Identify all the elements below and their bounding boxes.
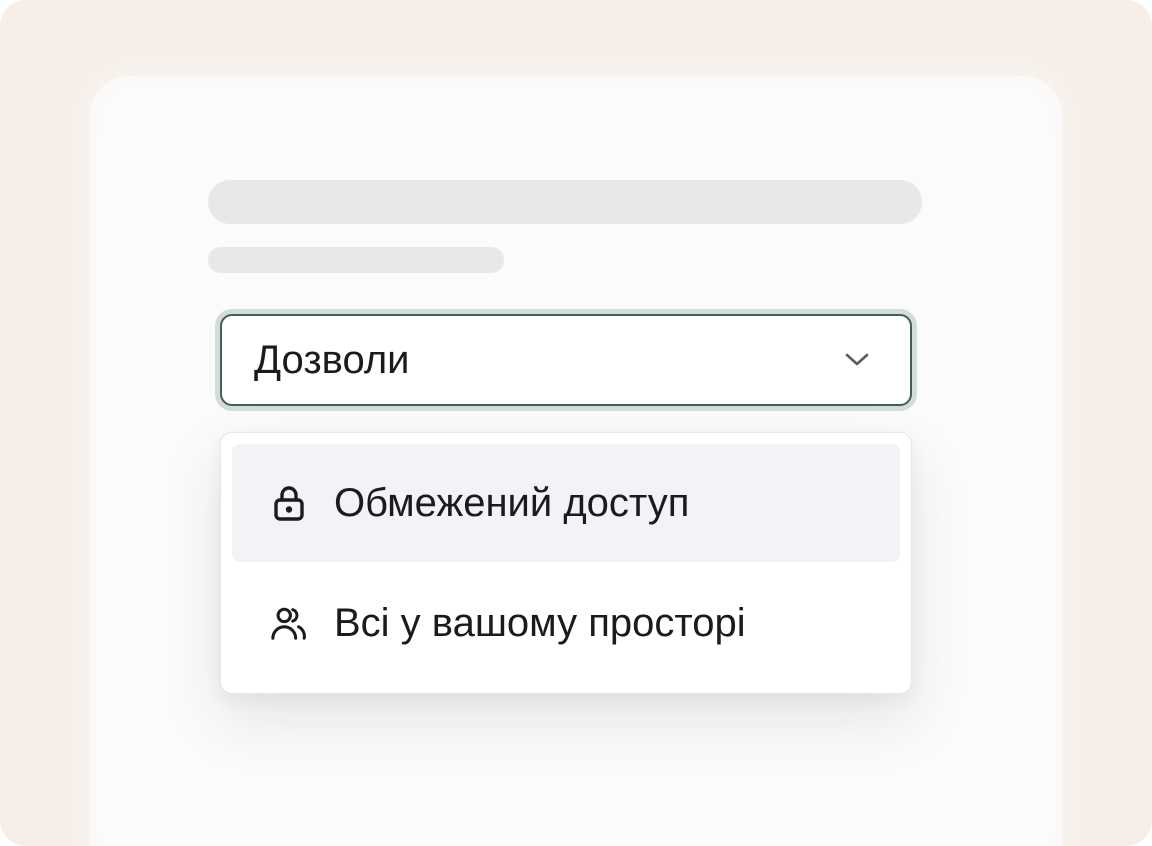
option-everyone-in-space-label: Всі у вашому просторі [334, 600, 746, 645]
permissions-dropdown-menu: Обмежений доступ Всі у вашому просторі [220, 432, 912, 694]
title-placeholder [208, 180, 922, 224]
page-background: Дозволи Обмежений доступ Всі у вашому пр… [0, 0, 1152, 846]
option-restricted-access-label: Обмежений доступ [334, 480, 690, 525]
users-icon [270, 604, 308, 642]
option-everyone-in-space[interactable]: Всі у вашому просторі [232, 564, 900, 682]
settings-card: Дозволи Обмежений доступ Всі у вашому пр… [100, 86, 1052, 846]
lock-icon [270, 484, 308, 522]
permissions-select[interactable]: Дозволи [220, 314, 912, 406]
permissions-select-value: Дозволи [254, 337, 410, 382]
option-restricted-access[interactable]: Обмежений доступ [232, 444, 900, 562]
subtitle-placeholder [208, 247, 504, 273]
chevron-down-icon [845, 353, 869, 366]
